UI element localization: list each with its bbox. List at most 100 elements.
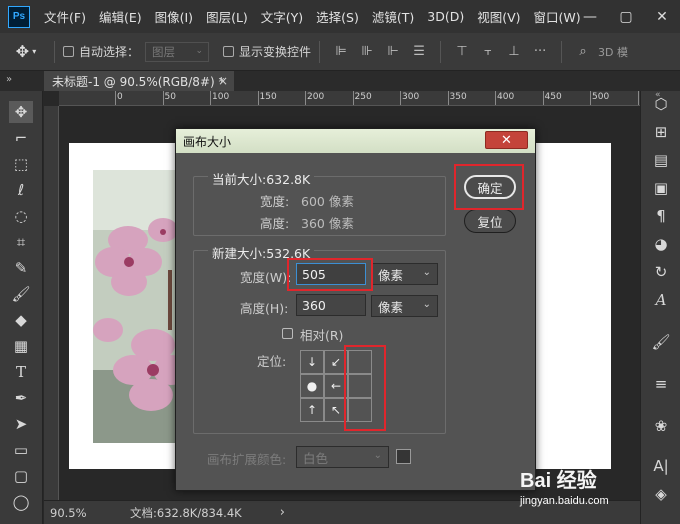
move-tool-icon[interactable]: ✥ xyxy=(9,101,33,123)
align-top-icon[interactable]: ⊤ xyxy=(449,42,475,62)
glyphs-icon[interactable]: A xyxy=(649,289,673,311)
menu-filter[interactable]: 滤镜(T) xyxy=(372,7,414,26)
auto-select-checkbox[interactable] xyxy=(63,46,74,57)
auto-select-label: 自动选择： xyxy=(79,45,140,59)
watermark-brand: Bai 经验 xyxy=(520,470,597,492)
type-tool-icon[interactable]: T xyxy=(9,361,33,383)
menu-file[interactable]: 文件(F) xyxy=(44,7,86,26)
layers-icon[interactable]: ◈ xyxy=(649,483,673,505)
maximize-button[interactable]: ▢ xyxy=(608,0,644,33)
menu-layer[interactable]: 图层(L) xyxy=(206,7,248,26)
notes-icon[interactable]: ▤ xyxy=(649,149,673,171)
anchor-cell-middle-left[interactable]: ● xyxy=(300,374,324,398)
artboard-tool-icon[interactable]: ⌐ xyxy=(9,127,33,149)
show-transform-checkbox[interactable] xyxy=(223,46,235,57)
close-window-button[interactable]: ✕ xyxy=(644,0,680,33)
eyedropper-tool-icon[interactable]: ✎ xyxy=(9,257,33,279)
brush-settings-icon[interactable]: 🖌 xyxy=(649,331,673,353)
menu-image[interactable]: 图像(I) xyxy=(155,7,193,26)
right-panel-dock: « ⬡ ⊞ ▤ ▣ ¶ ◕ ↻ A 🖌 ≡ ❀ A| ◈ xyxy=(640,90,680,524)
menu-bar: Ps 文件(F) 编辑(E) 图像(I) 图层(L) 文字(Y) 选择(S) 滤… xyxy=(0,0,680,33)
ruler-tick xyxy=(447,91,449,105)
menu-3d[interactable]: 3D(D) xyxy=(427,9,464,24)
align-hcenter-icon[interactable]: ⊪ xyxy=(354,42,380,62)
marquee-tool-icon[interactable]: ⬚ xyxy=(9,153,33,175)
extension-color-swatch[interactable] xyxy=(396,449,411,464)
align-right-icon[interactable]: ⊩ xyxy=(380,42,406,62)
anchor-cell-top-left[interactable]: ↓ xyxy=(300,350,324,374)
collapse-icon[interactable]: » xyxy=(6,74,12,85)
current-size-heading: 当前大小:632.8K xyxy=(208,169,315,188)
gradient-tool-icon[interactable]: ▦ xyxy=(9,335,33,357)
auto-select-target-dropdown[interactable]: 图层 ⌄ xyxy=(145,41,210,62)
height-unit-select[interactable]: 像素 ⌄ xyxy=(371,295,438,317)
character-icon[interactable]: A| xyxy=(649,455,673,477)
current-width-value: 600 像素 xyxy=(301,194,354,209)
reset-button[interactable]: 复位 xyxy=(464,209,516,233)
adjustments-icon[interactable]: ≡ xyxy=(649,373,673,395)
ruler-tick-label: 500 xyxy=(592,92,610,102)
crop-tool-icon[interactable]: ⌗ xyxy=(9,231,33,253)
align-vcenter-icon[interactable]: ⫟ xyxy=(475,42,501,62)
photoshop-logo-icon: Ps xyxy=(8,5,30,28)
ruler-tick-label: 0 xyxy=(117,92,123,102)
anchor-label: 定位: xyxy=(257,354,287,369)
rectangle-tool-icon[interactable]: ▭ xyxy=(9,439,33,461)
ruler-tick xyxy=(210,91,211,105)
menu-type[interactable]: 文字(Y) xyxy=(261,7,303,26)
new-height-input[interactable]: 360 xyxy=(296,294,366,316)
dialog-title-bar[interactable]: 画布大小 ✕ xyxy=(176,129,535,153)
auto-select-target-value: 图层 xyxy=(152,44,176,59)
quick-select-tool-icon[interactable]: ◌ xyxy=(9,205,33,227)
distribute-horizontal-icon[interactable]: ☰ xyxy=(406,42,432,62)
ruler-tick xyxy=(542,91,544,105)
eraser-tool-icon[interactable]: ◆ xyxy=(9,309,33,331)
properties-icon[interactable]: ▣ xyxy=(649,177,673,199)
ruler-tick-label: 300 xyxy=(402,92,420,102)
menu-view[interactable]: 视图(V) xyxy=(477,7,520,26)
ruler-tick xyxy=(162,91,164,105)
ruler-tick-label: 150 xyxy=(259,92,277,102)
ruler-tick xyxy=(400,91,401,105)
align-left-icon[interactable]: ⊫ xyxy=(328,42,354,62)
separator xyxy=(54,40,55,63)
rounded-rect-tool-icon[interactable]: ▢ xyxy=(9,465,33,487)
ruler-tick-label: 200 xyxy=(307,92,325,102)
channels-icon[interactable]: ❀ xyxy=(649,415,673,437)
3d-cube-icon[interactable]: ⬡ xyxy=(649,93,673,115)
close-tab-icon[interactable]: × xyxy=(218,74,228,88)
grid-icon[interactable]: ⊞ xyxy=(649,121,673,143)
relative-checkbox[interactable] xyxy=(282,328,293,339)
ruler-tick-label: 350 xyxy=(449,92,467,102)
document-tab[interactable]: 未标题-1 @ 90.5%(RGB/8#) * × xyxy=(44,71,234,91)
swatches-icon[interactable]: ◕ xyxy=(649,233,673,255)
history-icon[interactable]: ↻ xyxy=(649,261,673,283)
pen-tool-icon[interactable]: ✒ xyxy=(9,387,33,409)
menu-edit[interactable]: 编辑(E) xyxy=(99,7,142,26)
3d-mode-label[interactable]: 3D 模 xyxy=(598,44,628,60)
ellipse-tool-icon[interactable]: ◯ xyxy=(9,491,33,513)
extension-color-label: 画布扩展颜色: xyxy=(207,452,287,467)
document-tab-title: 未标题-1 @ 90.5%(RGB/8#) * xyxy=(52,74,225,89)
status-menu-arrow-icon[interactable]: › xyxy=(280,505,285,520)
extension-color-value: 白色 xyxy=(303,450,329,466)
anchor-cell-bottom-left[interactable]: ↑ xyxy=(300,398,324,422)
path-select-tool-icon[interactable]: ➤ xyxy=(9,413,33,435)
extension-color-select[interactable]: 白色 ⌄ xyxy=(296,446,389,468)
paragraph-icon[interactable]: ¶ xyxy=(649,205,673,227)
ruler-tick xyxy=(590,91,591,105)
baidu-watermark: Bai 经验 jingyan.baidu.com xyxy=(520,464,609,507)
vertical-ruler xyxy=(44,106,59,500)
new-width-label: 宽度(W): xyxy=(240,270,292,285)
zoom-level[interactable]: 90.5% xyxy=(50,506,110,520)
dialog-close-button[interactable]: ✕ xyxy=(485,131,528,149)
move-tool-preset-icon[interactable]: ✥ ▾ xyxy=(6,42,46,61)
align-bottom-icon[interactable]: ⊥ xyxy=(501,42,527,62)
search-icon[interactable]: ⌕ xyxy=(570,42,596,62)
width-unit-select[interactable]: 像素 ⌄ xyxy=(371,263,438,285)
lasso-tool-icon[interactable]: ℓ xyxy=(9,179,33,201)
menu-select[interactable]: 选择(S) xyxy=(316,7,359,26)
minimize-button[interactable]: — xyxy=(572,0,608,33)
more-options-icon[interactable]: ··· xyxy=(527,42,553,62)
brush-tool-icon[interactable]: 🖌 xyxy=(9,283,33,305)
